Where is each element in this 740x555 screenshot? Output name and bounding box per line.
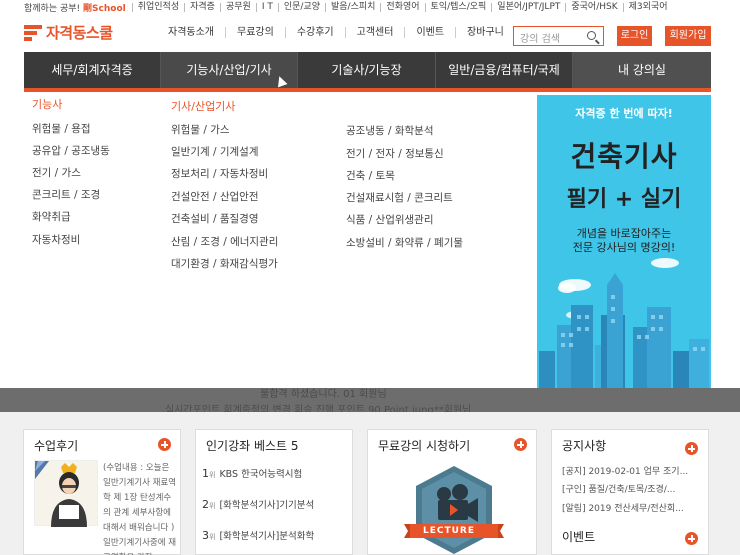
top-link-third-language[interactable]: 제3외국어 — [622, 2, 673, 12]
banner-headline: 자격증 한 번에 따자! — [575, 107, 673, 120]
search-icon[interactable] — [587, 31, 596, 40]
global-nav: 자격동소개 무료강의 수강후기 고객센터 이벤트 장바구니 — [168, 27, 515, 38]
notice-box: 공지사항 [공지] 2019-02-01 업무 조기... [구인] 품질/건축… — [551, 429, 709, 555]
menu-item[interactable]: 정보처리 / 자동차정비 — [171, 166, 268, 181]
top-link-humanities[interactable]: 인문/교양 — [277, 2, 325, 12]
menu-item[interactable]: 공유압 / 공조냉동 — [32, 143, 110, 158]
logo[interactable]: 자격동스쿨 — [24, 22, 113, 43]
list-item[interactable]: [구인] 품질/건축/토목/조경/... — [562, 482, 675, 495]
menu-item[interactable]: 콘크리트 / 조경 — [32, 187, 100, 202]
menu-item[interactable]: 건축 / 토목 — [346, 168, 395, 183]
nav-free-lectures[interactable]: 무료강의 — [225, 27, 285, 38]
col-head-technician: 기능사 — [32, 98, 63, 111]
list-item[interactable]: [공지] 2019-02-01 업무 조기... — [562, 464, 688, 477]
menu-item[interactable]: 위험물 / 가스 — [171, 122, 230, 137]
menu-item[interactable]: 화약취급 — [32, 209, 71, 224]
reviewer-photo — [34, 460, 98, 527]
top-link-toeic[interactable]: 토익/텝스/오픽 — [424, 2, 492, 12]
menu-item[interactable]: 건설재료시험 / 콘크리트 — [346, 190, 453, 205]
tab-general-finance-computer[interactable]: 일반/금융/컴퓨터/국제 — [436, 52, 573, 88]
list-item[interactable]: [알림] 2019 전산세무/전산회... — [562, 501, 684, 514]
list-item[interactable]: 1위 KBS 한국어능력시험 — [202, 466, 302, 480]
free-lecture-title: 무료강의 시청하기 — [378, 439, 471, 453]
banner-title: 건축기사 — [570, 140, 678, 173]
free-lecture-box: 무료강의 시청하기 LECTURE — [367, 429, 537, 555]
tab-professional-engineer[interactable]: 기술사/기능장 — [298, 52, 436, 88]
nav-about[interactable]: 자격동소개 — [168, 27, 225, 38]
logo-text: 자격동스쿨 — [46, 24, 113, 42]
search-input[interactable]: 강의 검색 — [513, 26, 604, 46]
banner-copy: 개념을 바로잡아주는 전문 강사님의 명강의! — [572, 227, 676, 254]
menu-item[interactable]: 건설안전 / 산업안전 — [171, 189, 259, 204]
top-link-career[interactable]: 취업인적성 — [131, 2, 184, 12]
lecture-badge-icon[interactable] — [404, 464, 504, 555]
promo-banner[interactable]: 자격증 한 번에 따자! 건축기사 필기 + 실기 개념을 바로잡아주는 전문 강… — [537, 95, 711, 391]
tab-my-classroom[interactable]: 내 강의실 — [573, 52, 711, 88]
review-title: 수업후기 — [34, 439, 79, 453]
tab-tax-accounting[interactable]: 세무/회계자격증 — [24, 52, 161, 88]
logo-mark-icon — [24, 24, 42, 41]
top-link-phone-english[interactable]: 전화영어 — [380, 2, 424, 12]
list-item[interactable]: 3위 [화학분석기사]분석화학 — [202, 528, 314, 542]
nav-events[interactable]: 이벤트 — [404, 27, 455, 38]
city-skyline-illustration — [539, 258, 709, 391]
lecture-badge-label: LECTURE — [423, 526, 476, 536]
top-link-it[interactable]: I T — [255, 2, 278, 12]
top-link-civil-service[interactable]: 공무원 — [219, 2, 256, 12]
notice-more-plus-icon[interactable] — [685, 442, 698, 455]
top-link-license[interactable]: 자격증 — [184, 2, 220, 12]
notice-title: 공지사항 — [562, 439, 607, 453]
menu-item[interactable]: 일반기계 / 기계설계 — [171, 144, 259, 159]
banner-subtitle: 필기 + 실기 — [566, 187, 682, 212]
event-more-plus-icon[interactable] — [685, 532, 698, 545]
top-link-speech[interactable]: 발음/스피치 — [324, 2, 380, 12]
tagline: 함께하는 공부! 剛School — [24, 3, 126, 14]
menu-item[interactable]: 전기 / 가스 — [32, 165, 81, 180]
menu-item[interactable]: 산림 / 조경 / 에너지관리 — [171, 234, 278, 249]
top-utility-bar: 함께하는 공부! 剛School 취업인적성 자격증 공무원 I T 인문/교양… — [0, 0, 740, 14]
menu-item[interactable]: 위험물 / 용접 — [32, 121, 91, 136]
review-more-plus-icon[interactable] — [158, 438, 171, 451]
menu-item[interactable]: 공조냉동 / 화학분석 — [346, 123, 434, 138]
category-tabs: 세무/회계자격증 기능사/산업/기사 기술사/기능장 일반/금융/컴퓨터/국제 … — [24, 52, 711, 88]
list-item[interactable]: 2위 [화학분석기사]기기분석 — [202, 497, 314, 511]
nav-reviews[interactable]: 수강후기 — [284, 27, 345, 38]
menu-item[interactable]: 식품 / 산업위생관리 — [346, 212, 434, 227]
col-head-engineer: 기사/산업기사 — [171, 100, 236, 113]
menu-item[interactable]: 소방설비 / 화약류 / 폐기물 — [346, 235, 463, 250]
menu-item[interactable]: 대기환경 / 화재감식평가 — [171, 256, 278, 271]
signup-button[interactable]: 회원가입 — [665, 26, 711, 46]
best-lectures-box: 인기강좌 베스트 5 1위 KBS 한국어능력시험 2위 [화학분석기사]기기분석 … — [195, 429, 353, 555]
site-header: 자격동스쿨 자격동소개 무료강의 수강후기 고객센터 이벤트 장바구니 강의 검… — [0, 14, 740, 52]
live-ticker-line: 불합격 하셨습니다. 01 회원님 — [260, 389, 387, 400]
menu-item[interactable]: 전기 / 전자 / 정보통신 — [346, 146, 444, 161]
menu-item[interactable]: 자동차정비 — [32, 232, 80, 247]
review-box: 수업후기 (수업내용 : 오늘은 일반기계기사 재료역학 제 1장 탄성계수의 … — [23, 429, 181, 555]
nav-cart[interactable]: 장바구니 — [455, 27, 515, 38]
login-button[interactable]: 로그인 — [617, 26, 652, 46]
top-link-chinese[interactable]: 중국어/HSK — [565, 2, 622, 12]
top-link-japanese[interactable]: 일본어/JPT/JLPT — [491, 2, 565, 12]
nav-customer-center[interactable]: 고객센터 — [344, 27, 405, 38]
free-lecture-plus-icon[interactable] — [514, 438, 527, 451]
review-excerpt[interactable]: (수업내용 : 오늘은 일반기계기사 재료역학 제 1장 탄성계수의 관계 세부… — [103, 461, 177, 555]
menu-item[interactable]: 건축설비 / 품질경영 — [171, 211, 259, 226]
event-title: 이벤트 — [562, 530, 596, 544]
best-lectures-title: 인기강좌 베스트 5 — [206, 439, 299, 453]
